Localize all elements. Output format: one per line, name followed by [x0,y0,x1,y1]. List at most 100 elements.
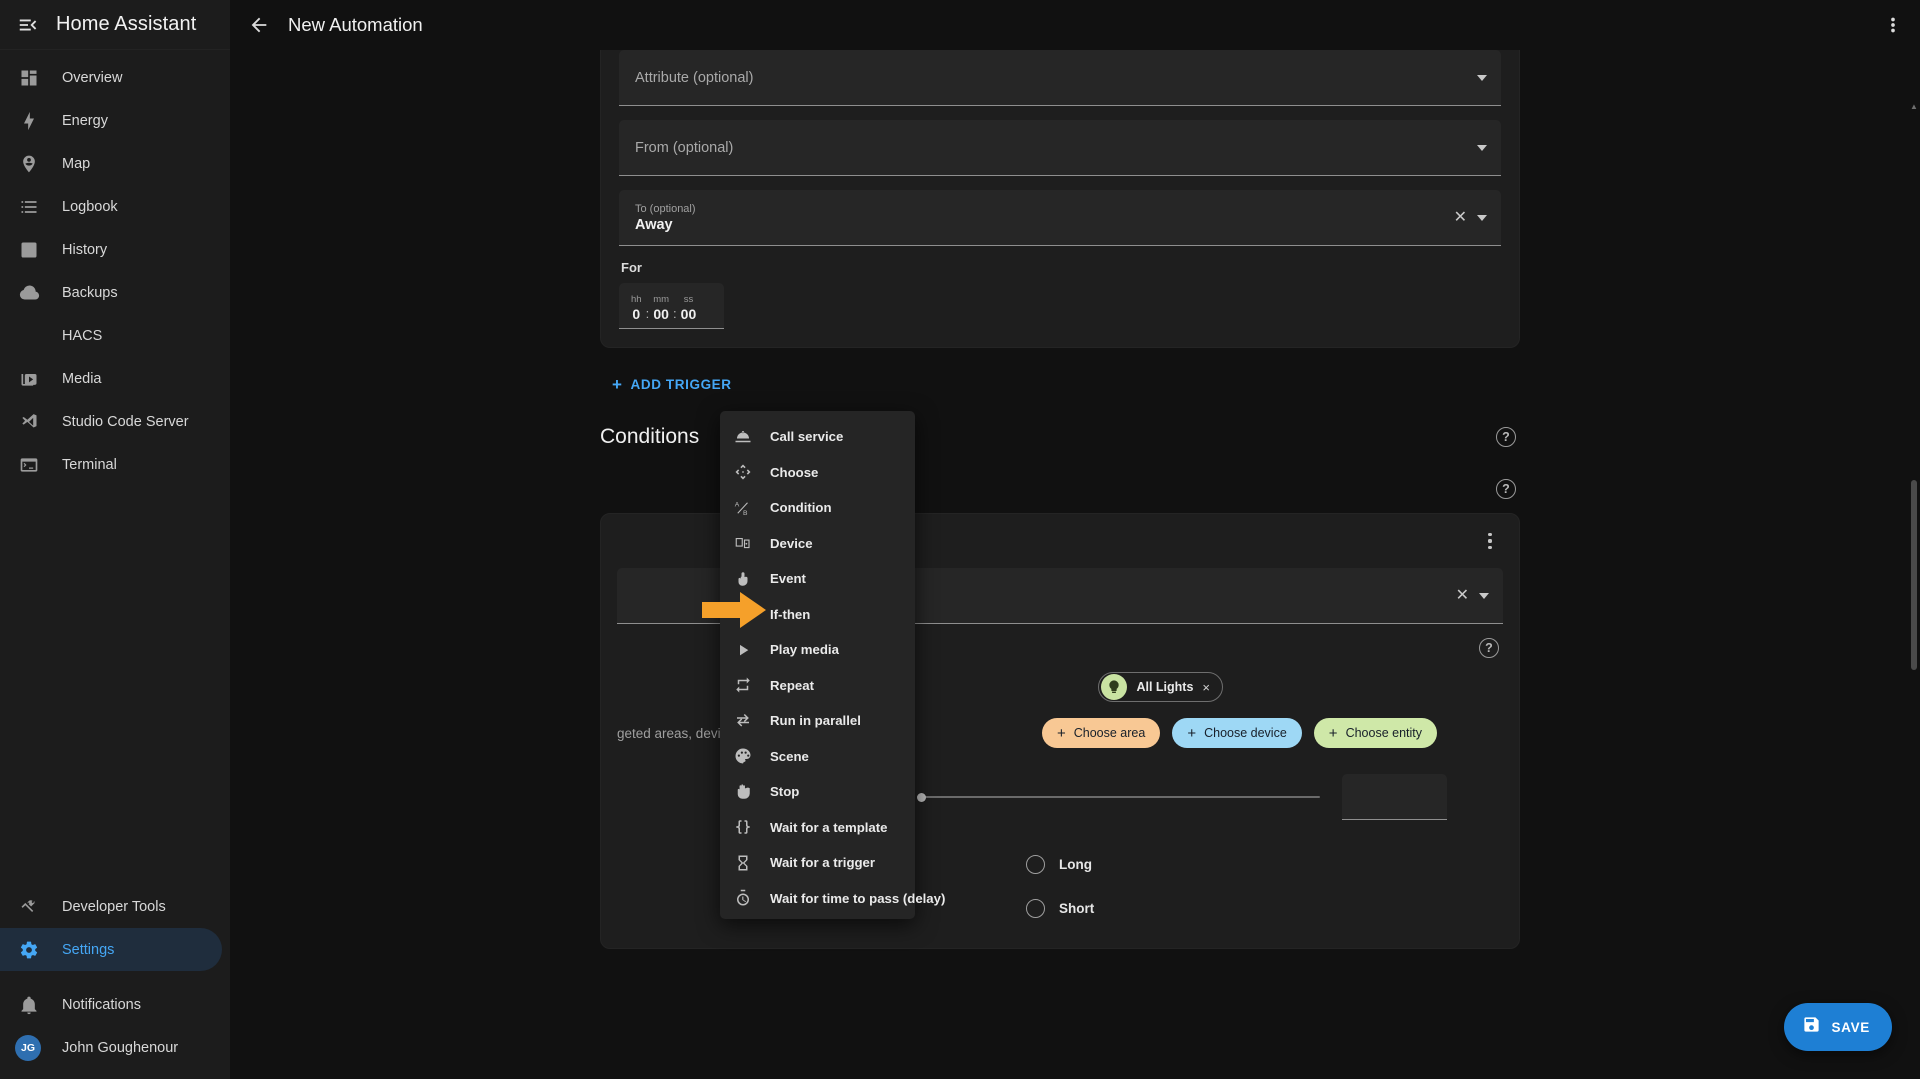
timer-sand-icon [733,853,753,873]
brightness-slider[interactable] [917,782,1320,812]
dots-vertical-icon[interactable] [1477,533,1503,549]
to-field[interactable]: To (optional) Away ✕ [619,190,1501,246]
sidebar-item-developer-tools[interactable]: Developer Tools [0,885,222,928]
sidebar-item-backups[interactable]: Backups [0,271,222,314]
to-field-text: To (optional) Away [635,203,1454,233]
menu-item-label: Condition [770,500,832,516]
chevron-down-icon[interactable] [1479,592,1489,599]
sidebar-bottom: Developer Tools Settings Notifications J… [0,885,230,1079]
help-icon[interactable]: ? [1496,479,1516,499]
menu-item-wait-for-a-trigger[interactable]: Wait for a trigger [720,845,915,881]
menu-item-wait-for-a-template[interactable]: Wait for a template [720,810,915,846]
arrow-left-icon[interactable] [240,6,278,44]
page-content: Attribute (optional) From (optional) To … [230,50,1920,1079]
menu-item-condition[interactable]: AB Condition [720,490,915,526]
main-area: New Automation Attribute (optional) From… [230,0,1920,1079]
trigger-card: Attribute (optional) From (optional) To … [600,50,1520,348]
sidebar-item-label: HACS [62,327,103,344]
menu-item-label: Wait for a template [770,819,888,835]
choose-area-button[interactable]: + Choose area [1041,718,1161,748]
sidebar-item-history[interactable]: History [0,228,222,271]
bell-icon [18,994,40,1016]
duration-seconds[interactable]: ss 00 [681,294,697,322]
cloud-icon [18,282,40,304]
format-list-bulleted-icon [18,196,40,218]
sidebar-item-media[interactable]: Media [0,357,222,400]
menu-item-scene[interactable]: Scene [720,739,915,775]
menu-item-stop[interactable]: Stop [720,774,915,810]
timer-outline-icon [733,888,753,908]
sidebar-item-overview[interactable]: Overview [0,56,222,99]
for-label: For [621,260,642,275]
sidebar-user-name: John Goughenour [62,1039,179,1056]
menu-item-label: Play media [770,642,839,658]
radio-button[interactable] [1026,854,1045,874]
sidebar-item-settings[interactable]: Settings [0,928,222,971]
attribute-placeholder: Attribute (optional) [635,69,754,86]
sidebar-item-notifications[interactable]: Notifications [0,983,222,1026]
target-picker-chips: + Choose area + Choose device + Choose e… [1041,718,1437,748]
sidebar-item-hacs[interactable]: HACS [0,314,222,357]
close-icon[interactable]: × [1202,680,1210,695]
menu-item-label: Call service [770,429,844,445]
scrollbar-thumb[interactable] [1911,480,1917,670]
radio-option-long[interactable]: Long [1026,842,1503,886]
sidebar-item-user-profile[interactable]: JG John Goughenour [0,1026,222,1069]
duration-hours[interactable]: hh 0 [631,294,642,322]
target-entity-chip[interactable]: All Lights × [1098,672,1223,702]
sidebar-item-studio-code-server[interactable]: Studio Code Server [0,400,222,443]
from-field[interactable]: From (optional) [619,120,1501,176]
clear-icon[interactable]: ✕ [1456,587,1469,604]
menu-item-label: Scene [770,748,809,764]
menu-item-play-media[interactable]: Play media [720,632,915,668]
duration-minutes[interactable]: mm 00 [653,294,669,322]
sidebar-item-label: Map [62,155,91,172]
clear-icon[interactable]: ✕ [1454,209,1467,226]
map-marker-account-icon [18,153,40,175]
menu-item-wait-for-time-to-pass-delay[interactable]: Wait for time to pass (delay) [720,881,945,917]
choose-device-button[interactable]: + Choose device [1172,718,1302,748]
radio-button[interactable] [1026,898,1045,918]
plus-icon: + [1056,724,1066,742]
sidebar-title: Home Assistant [56,13,197,35]
menu-item-repeat[interactable]: Repeat [720,668,915,704]
attribute-actions [1477,74,1487,81]
chevron-down-icon[interactable] [1477,144,1487,151]
menu-item-call-service[interactable]: Call service [720,419,915,455]
add-trigger-button[interactable]: + ADD TRIGGER [600,366,744,403]
chevron-down-icon[interactable] [1477,74,1487,81]
chevron-down-icon[interactable] [1477,214,1487,221]
radio-option-short[interactable]: Short [1026,886,1503,930]
save-button[interactable]: SAVE [1784,1003,1892,1051]
sidebar-item-label: Studio Code Server [62,413,189,430]
slider-value-input[interactable] [1342,774,1447,820]
menu-item-run-in-parallel[interactable]: Run in parallel [720,703,915,739]
menu-item-label: Device [770,535,813,551]
menu-item-label: Wait for time to pass (delay) [770,890,946,906]
dots-vertical-icon[interactable] [1874,6,1912,44]
duration-input[interactable]: hh 0 : mm 00 : ss 00 [619,283,724,329]
menu-item-if-then[interactable]: If-then [720,597,915,633]
sidebar-item-terminal[interactable]: Terminal [0,443,222,486]
hamburger-collapse-icon[interactable] [14,11,42,39]
palette-icon [733,746,753,766]
sidebar-item-map[interactable]: Map [0,142,222,185]
menu-item-device[interactable]: Device [720,526,915,562]
add-action-menu[interactable]: Call service Choose AB Condition Device … [720,411,945,919]
hacs-icon [18,325,40,347]
help-icon[interactable]: ? [1496,427,1516,447]
to-field-label: To (optional) [635,202,696,215]
sidebar-item-logbook[interactable]: Logbook [0,185,222,228]
vertical-scrollbar[interactable]: ▲ ▼ [1910,100,1918,1079]
menu-item-choose[interactable]: Choose [720,455,915,491]
radio-label: Short [1059,900,1095,916]
duration-separator: : [645,306,650,321]
console-icon [18,454,40,476]
menu-item-event[interactable]: Event [720,561,915,597]
slider-thumb[interactable] [917,792,926,802]
sidebar-item-energy[interactable]: Energy [0,99,222,142]
choose-entity-button[interactable]: + Choose entity [1313,718,1437,748]
scroll-up-icon[interactable]: ▲ [1910,100,1918,112]
help-icon[interactable]: ? [1479,638,1499,658]
attribute-field[interactable]: Attribute (optional) [619,50,1501,106]
